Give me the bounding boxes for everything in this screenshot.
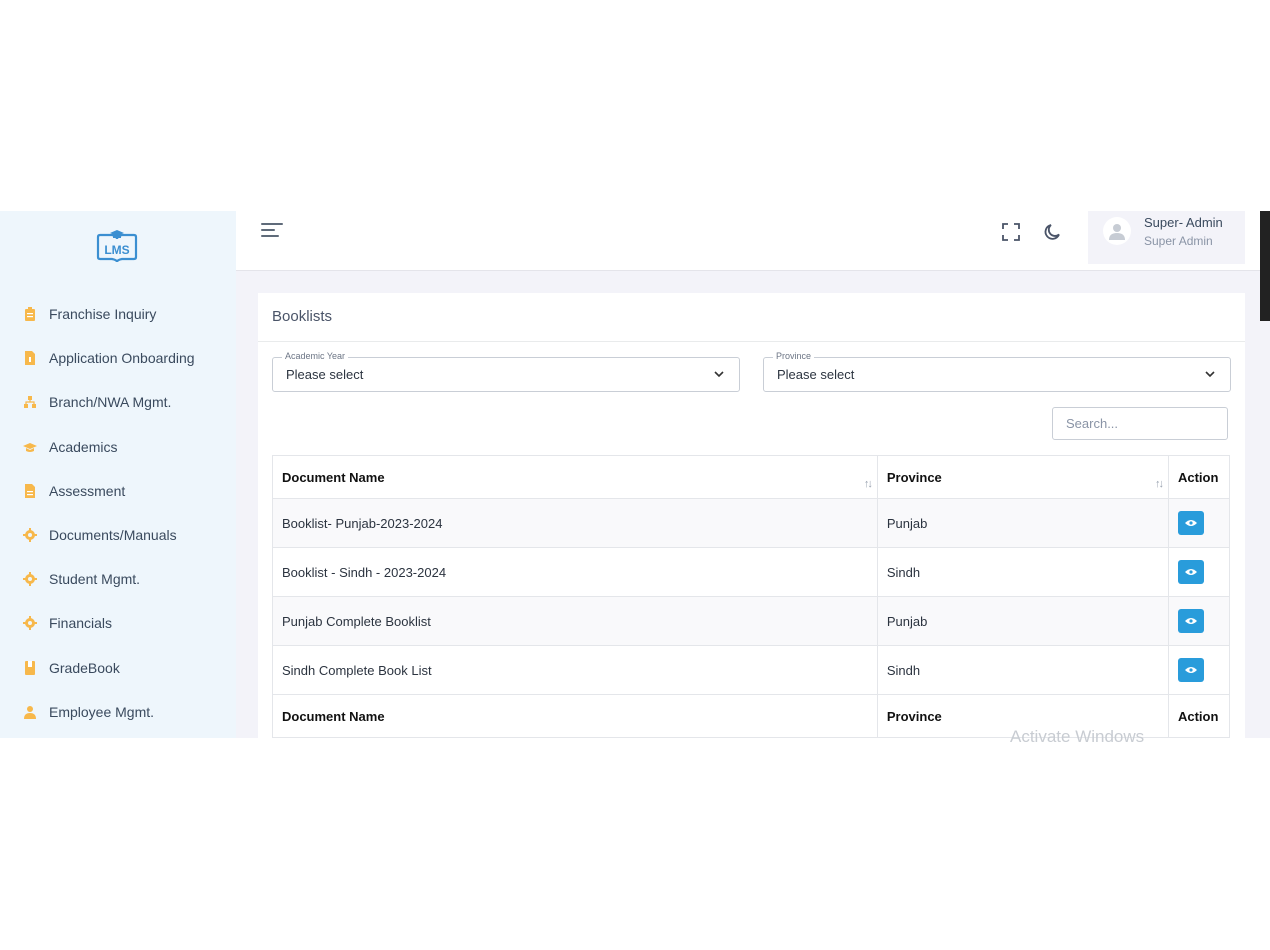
graduation-cap-icon	[23, 440, 37, 454]
view-button[interactable]	[1177, 511, 1204, 535]
sidebar-item-label: Documents/Manuals	[49, 527, 177, 544]
sidebar-item-gradebook[interactable]: GradeBook	[0, 646, 236, 690]
clipboard-icon	[23, 307, 37, 322]
avatar	[1103, 217, 1131, 245]
chevron-down-icon	[714, 371, 724, 378]
sidebar-item-label: Financials	[49, 615, 113, 632]
book-icon	[23, 660, 37, 675]
table-row: Booklist - Sindh - 2023-2024 Sindh	[272, 547, 1231, 597]
sidebar-item-label: Academics	[49, 438, 118, 455]
province-cell: Punjab	[876, 596, 1169, 646]
academic-year-label: Academic Year	[282, 351, 349, 361]
document-name-cell: Sindh Complete Book List	[272, 645, 878, 695]
sidebar-item-label: Assessment	[49, 482, 126, 499]
view-button[interactable]	[1177, 609, 1204, 633]
footer-header-document-name: Document Name	[272, 694, 878, 738]
sidebar-menu: Franchise Inquiry Application Onboarding…	[0, 292, 236, 734]
sidebar-item-application-onboarding[interactable]: Application Onboarding	[0, 336, 236, 380]
column-header-label: Province	[886, 469, 942, 485]
activate-windows-watermark: Activate Windows	[1010, 727, 1145, 746]
eye-icon	[1184, 520, 1197, 526]
booklists-card: Booklists Academic Year Please select Pr…	[258, 293, 1245, 738]
sidebar-item-label: GradeBook	[49, 659, 120, 676]
sidebar-item-label: Student Mgmt.	[49, 571, 141, 588]
gear-icon	[23, 572, 37, 587]
page-title: Booklists	[272, 308, 333, 325]
view-button[interactable]	[1177, 560, 1204, 584]
sidebar-item-employee-mgmt[interactable]: Employee Mgmt.	[0, 690, 236, 734]
chevron-down-icon	[1205, 371, 1215, 378]
province-cell: Sindh	[876, 645, 1169, 695]
province-select[interactable]: Province Please select	[763, 351, 1231, 392]
province-label: Province	[773, 351, 815, 361]
user-role: Super Admin	[1144, 234, 1213, 248]
eye-icon	[1184, 618, 1197, 624]
lms-logo[interactable]: LMS	[94, 227, 140, 265]
column-header-action: Action	[1167, 455, 1231, 499]
right-edge-toolbar	[1260, 211, 1270, 321]
table-row: Punjab Complete Booklist Punjab	[272, 596, 1231, 646]
sort-icon[interactable]: ↑↓	[1155, 478, 1164, 490]
app-window: LMS Franchise Inquiry Application Onboar…	[0, 211, 1270, 738]
action-cell	[1167, 596, 1231, 646]
sidebar-item-academics[interactable]: Academics	[0, 425, 236, 469]
column-header-label: Document Name	[282, 469, 385, 485]
gear-icon	[23, 616, 37, 631]
column-header-province[interactable]: Province ↑↓	[876, 455, 1169, 499]
sidebar-item-label: Branch/NWA Mgmt.	[49, 394, 172, 411]
fullscreen-icon[interactable]	[1001, 222, 1021, 242]
sidebar-item-branch-nwa[interactable]: Branch/NWA Mgmt.	[0, 380, 236, 424]
hamburger-menu-icon[interactable]	[261, 223, 283, 239]
document-name-cell: Booklist- Punjab-2023-2024	[272, 498, 878, 548]
action-cell	[1167, 547, 1231, 597]
eye-icon	[1184, 569, 1197, 575]
main-area: Super- Admin Super Admin Booklists Acade…	[236, 211, 1270, 738]
sidebar-item-financials[interactable]: Financials	[0, 601, 236, 645]
view-button[interactable]	[1177, 658, 1204, 682]
dark-mode-moon-icon[interactable]	[1043, 222, 1063, 242]
province-value: Please select	[777, 367, 855, 382]
document-icon	[23, 483, 37, 498]
action-cell	[1167, 645, 1231, 695]
sidebar-item-franchise-inquiry[interactable]: Franchise Inquiry	[0, 292, 236, 336]
sidebar-item-label: Franchise Inquiry	[49, 306, 157, 323]
sidebar: LMS Franchise Inquiry Application Onboar…	[0, 211, 236, 738]
file-icon	[23, 351, 37, 366]
footer-header-action: Action	[1167, 694, 1231, 738]
academic-year-select[interactable]: Academic Year Please select	[272, 351, 740, 392]
divider	[258, 341, 1245, 342]
sidebar-item-documents-manuals[interactable]: Documents/Manuals	[0, 513, 236, 557]
column-header-document-name[interactable]: Document Name ↑↓	[272, 455, 878, 499]
sitemap-icon	[23, 395, 37, 409]
action-cell	[1167, 498, 1231, 548]
document-name-cell: Booklist - Sindh - 2023-2024	[272, 547, 878, 597]
user-icon	[23, 705, 37, 719]
sidebar-item-label: Employee Mgmt.	[49, 703, 155, 720]
sidebar-item-assessment[interactable]: Assessment	[0, 469, 236, 513]
document-name-cell: Punjab Complete Booklist	[272, 596, 878, 646]
sidebar-item-student-mgmt[interactable]: Student Mgmt.	[0, 557, 236, 601]
table-row: Sindh Complete Book List Sindh	[272, 645, 1231, 695]
sidebar-item-label: Application Onboarding	[49, 350, 195, 367]
booklists-table: Document Name ↑↓ Province ↑↓ Action Bookli…	[272, 455, 1231, 738]
user-name: Super- Admin	[1144, 215, 1223, 230]
academic-year-value: Please select	[286, 367, 364, 382]
table-row: Booklist- Punjab-2023-2024 Punjab	[272, 498, 1231, 548]
province-cell: Punjab	[876, 498, 1169, 548]
topbar: Super- Admin Super Admin	[236, 211, 1270, 321]
search-input[interactable]	[1052, 407, 1228, 440]
sort-icon[interactable]: ↑↓	[864, 478, 873, 490]
user-profile-dropdown[interactable]: Super- Admin Super Admin	[1088, 211, 1245, 264]
eye-icon	[1184, 667, 1197, 673]
gear-icon	[23, 528, 37, 543]
logo-text: LMS	[104, 243, 129, 257]
province-cell: Sindh	[876, 547, 1169, 597]
